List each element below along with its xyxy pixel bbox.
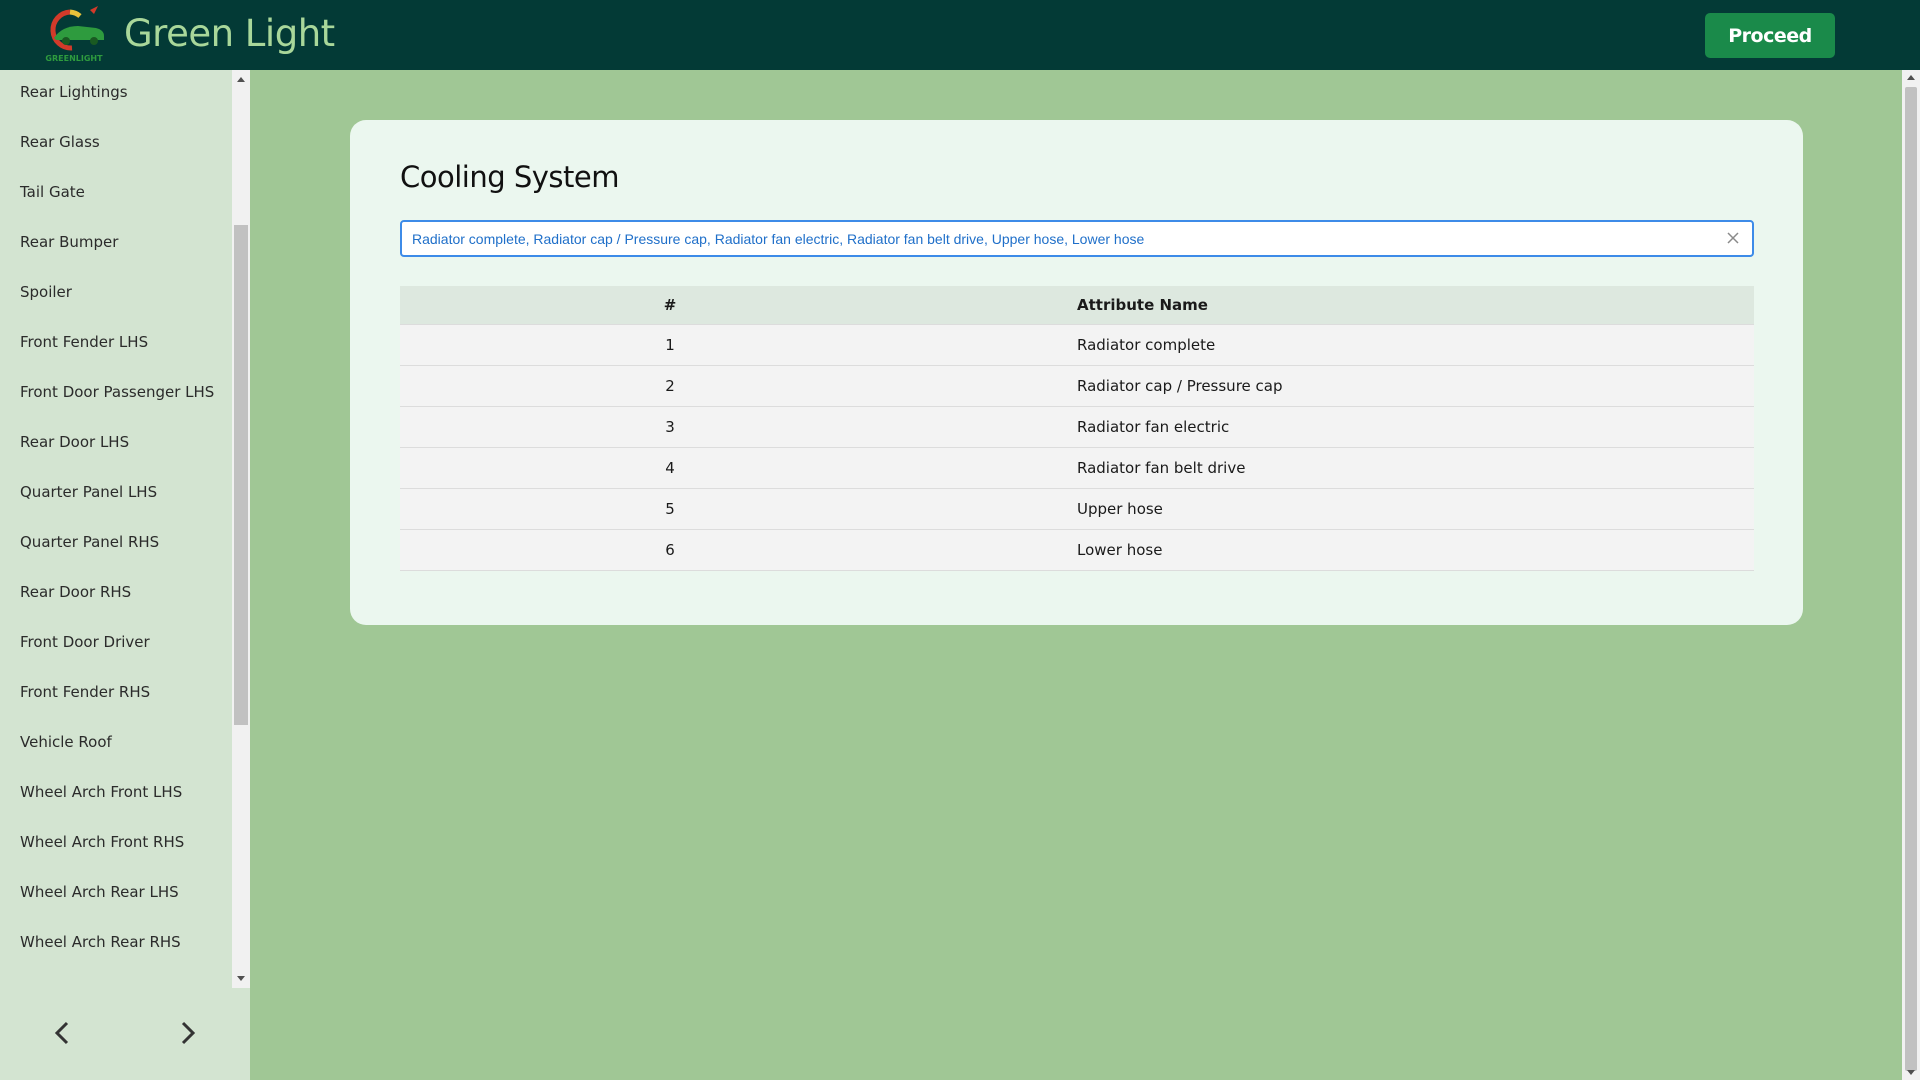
sidebar-scroll-thumb[interactable]: [234, 225, 248, 725]
sidebar-item-rear-bumper[interactable]: Rear Bumper: [0, 220, 232, 270]
sidebar-item-front-fender-lhs[interactable]: Front Fender LHS: [0, 320, 232, 370]
scroll-up-arrow-icon[interactable]: [237, 77, 245, 82]
scroll-down-arrow-icon[interactable]: [1907, 1070, 1915, 1075]
attribute-multiselect[interactable]: Radiator complete, Radiator cap / Pressu…: [400, 220, 1754, 257]
table-row: 6 Lower hose: [400, 528, 1754, 571]
sidebar-item-rear-glass[interactable]: Rear Glass: [0, 120, 232, 170]
scroll-up-arrow-icon[interactable]: [1907, 75, 1915, 80]
row-number: 4: [400, 446, 940, 488]
attribute-name: Radiator fan electric: [940, 405, 1754, 447]
sidebar-item-quarter-panel-lhs[interactable]: Quarter Panel LHS: [0, 470, 232, 520]
proceed-button[interactable]: Proceed: [1705, 13, 1835, 58]
selected-attributes: Radiator complete, Radiator cap / Pressu…: [412, 231, 1145, 247]
cooling-system-card: Cooling System Radiator complete, Radiat…: [350, 120, 1803, 625]
sidebar-item-wheel-arch-rear-lhs[interactable]: Wheel Arch Rear LHS: [0, 870, 232, 920]
close-icon[interactable]: [1726, 231, 1740, 245]
greenlight-logo[interactable]: GREENLIGHT: [40, 4, 110, 64]
table-row: 2 Radiator cap / Pressure cap: [400, 364, 1754, 406]
sidebar-item-tail-gate[interactable]: Tail Gate: [0, 170, 232, 220]
sidebar-list[interactable]: Rear Lightings Rear Glass Tail Gate Rear…: [0, 70, 232, 988]
sidebar-item-front-fender-rhs[interactable]: Front Fender RHS: [0, 670, 232, 720]
column-header-attribute-name: Attribute Name: [940, 286, 1754, 324]
next-button[interactable]: [168, 1013, 208, 1053]
sidebar-item-front-door-passenger-lhs[interactable]: Front Door Passenger LHS: [0, 370, 232, 420]
table-row: 1 Radiator complete: [400, 323, 1754, 365]
table-row: 3 Radiator fan electric: [400, 405, 1754, 447]
chevron-right-icon: [181, 1021, 196, 1045]
sidebar-item-spoiler[interactable]: Spoiler: [0, 270, 232, 320]
sidebar-item-rear-door-rhs[interactable]: Rear Door RHS: [0, 570, 232, 620]
attribute-name: Lower hose: [940, 528, 1754, 571]
attribute-name: Radiator complete: [940, 323, 1754, 365]
row-number: 1: [400, 323, 940, 365]
attribute-name: Radiator fan belt drive: [940, 446, 1754, 488]
table-row: 5 Upper hose: [400, 487, 1754, 529]
page-scrollbar[interactable]: [1902, 70, 1920, 1080]
scroll-down-arrow-icon[interactable]: [237, 976, 245, 981]
page-title: Cooling System: [400, 160, 620, 194]
chevron-left-icon: [54, 1021, 69, 1045]
sidebar-item-rear-lightings[interactable]: Rear Lightings: [0, 70, 232, 120]
column-header-number: #: [400, 286, 940, 324]
table-row: 4 Radiator fan belt drive: [400, 446, 1754, 488]
table-header-row: # Attribute Name: [400, 286, 1754, 324]
app-header: GREENLIGHT Green Light Proceed: [0, 0, 1920, 70]
prev-button[interactable]: [42, 1013, 82, 1053]
sidebar-item-quarter-panel-rhs[interactable]: Quarter Panel RHS: [0, 520, 232, 570]
sidebar-item-vehicle-roof[interactable]: Vehicle Roof: [0, 720, 232, 770]
sidebar-scrollbar[interactable]: [232, 70, 250, 988]
row-number: 6: [400, 528, 940, 571]
row-number: 5: [400, 487, 940, 529]
sidebar-item-wheel-arch-front-rhs[interactable]: Wheel Arch Front RHS: [0, 820, 232, 870]
sidebar-item-wheel-arch-front-lhs[interactable]: Wheel Arch Front LHS: [0, 770, 232, 820]
sidebar-item-wheel-arch-rear-rhs[interactable]: Wheel Arch Rear RHS: [0, 920, 232, 970]
attribute-table: # Attribute Name 1 Radiator complete 2 R…: [400, 286, 1754, 571]
brand-name: Green Light: [124, 12, 335, 55]
attribute-name: Radiator cap / Pressure cap: [940, 364, 1754, 406]
sidebar: Rear Lightings Rear Glass Tail Gate Rear…: [0, 70, 250, 1080]
logo-text: GREENLIGHT: [45, 54, 103, 63]
sidebar-item-rear-door-lhs[interactable]: Rear Door LHS: [0, 420, 232, 470]
page-scroll-thumb[interactable]: [1905, 87, 1917, 1071]
sidebar-item-front-door-driver[interactable]: Front Door Driver: [0, 620, 232, 670]
row-number: 3: [400, 405, 940, 447]
row-number: 2: [400, 364, 940, 406]
attribute-name: Upper hose: [940, 487, 1754, 529]
